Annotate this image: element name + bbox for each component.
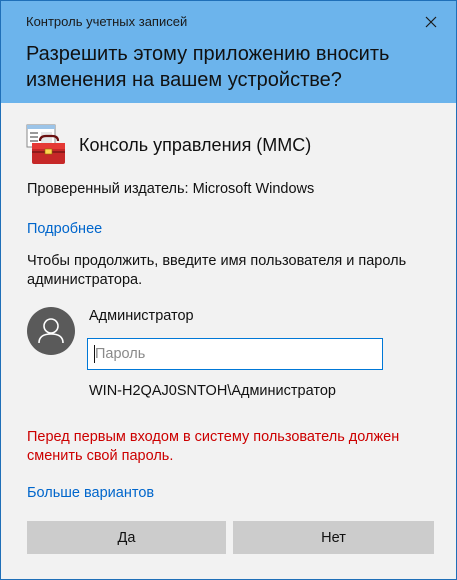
yes-button[interactable]: Да	[27, 521, 226, 554]
more-options-link[interactable]: Больше вариантов	[27, 485, 154, 501]
close-button[interactable]	[416, 8, 446, 36]
details-link[interactable]: Подробнее	[27, 221, 102, 237]
dialog-headline: Разрешить этому приложению вносить измен…	[26, 43, 390, 91]
user-avatar-icon	[38, 318, 64, 344]
password-change-warning: Перед первым входом в систему пользовате…	[27, 429, 400, 464]
domain-user-label: WIN-H2QAJ0SNTOH\Администратор	[89, 383, 336, 399]
username-label: Администратор	[89, 308, 194, 324]
avatar	[27, 307, 75, 355]
dialog-header: Контроль учетных записей Разрешить этому…	[1, 1, 456, 103]
uac-dialog: Контроль учетных записей Разрешить этому…	[0, 0, 457, 580]
publisher-text: Проверенный издатель: Microsoft Windows	[27, 181, 315, 197]
app-name: Консоль управления (MMC)	[79, 134, 312, 155]
window-title: Контроль учетных записей	[26, 14, 188, 29]
no-button[interactable]: Нет	[233, 521, 434, 554]
credentials-instruction: Чтобы продолжить, введите имя пользовате…	[27, 253, 407, 288]
text-caret	[94, 345, 95, 363]
toolbox-icon	[26, 124, 65, 164]
password-input[interactable]	[87, 338, 383, 370]
close-icon	[425, 16, 437, 28]
app-row: Консоль управления (MMC)	[26, 120, 311, 170]
